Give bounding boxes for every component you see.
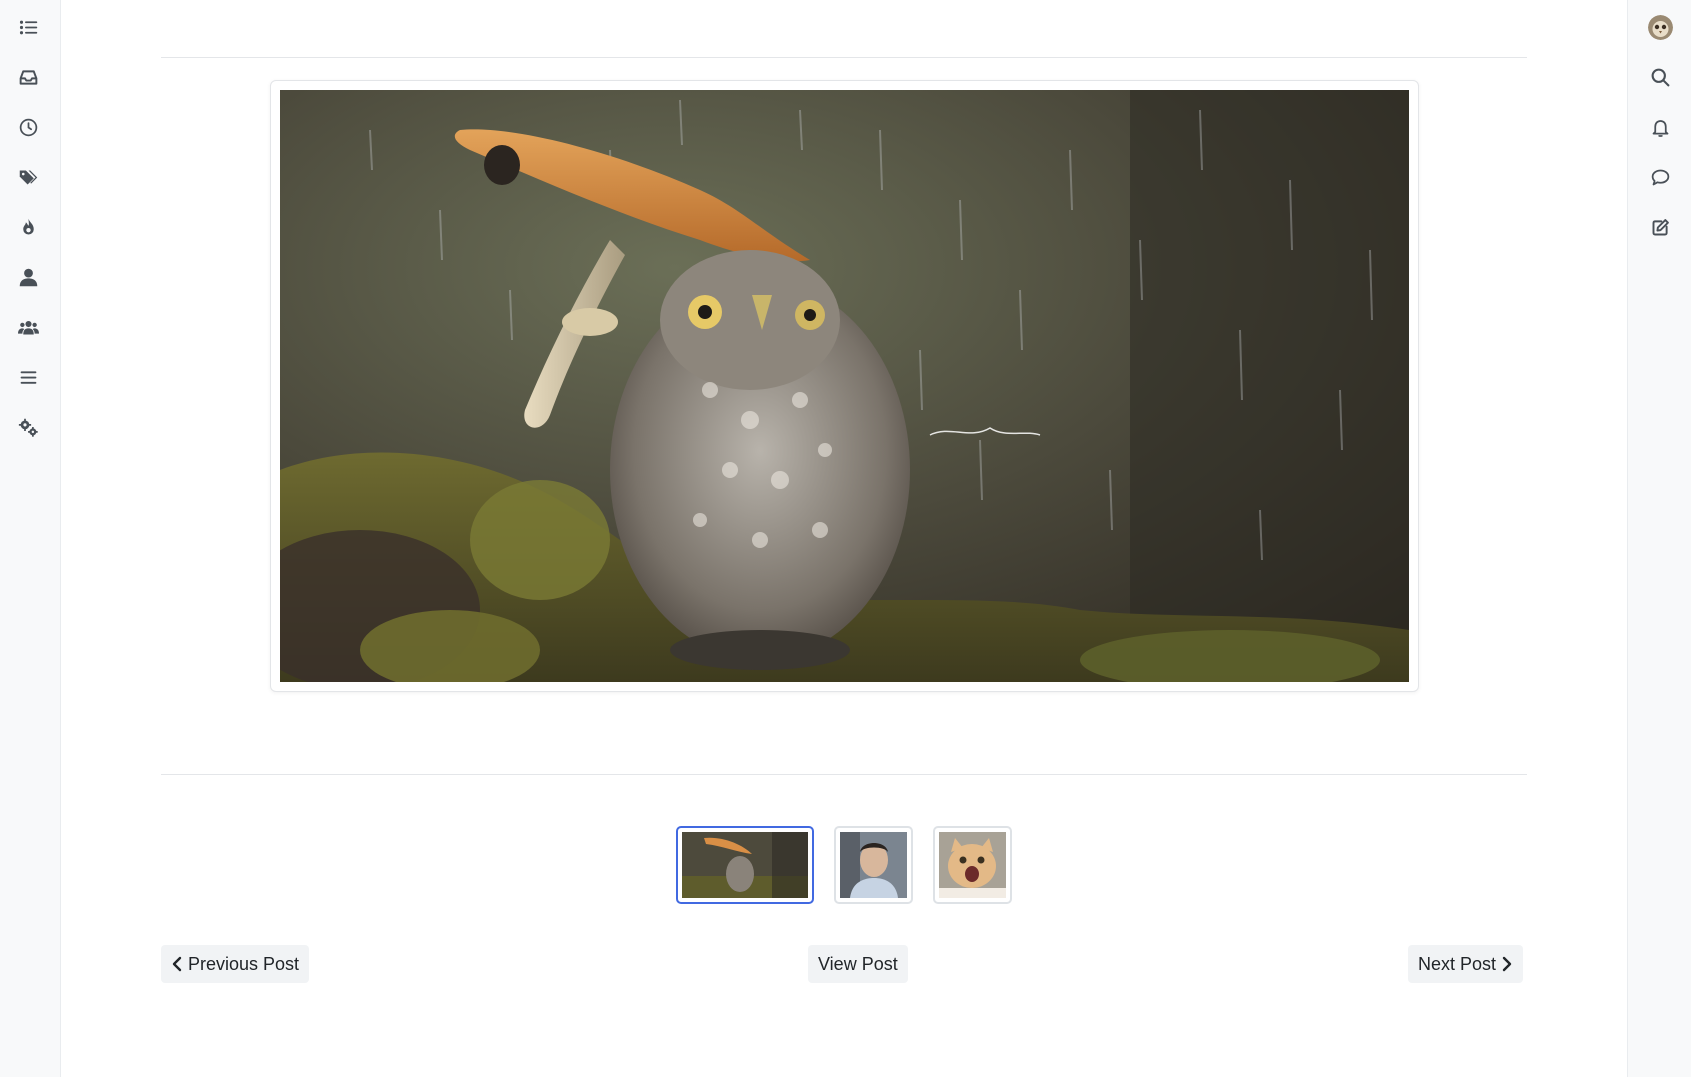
photo-viewer [270, 80, 1419, 692]
view-post-label: View Post [818, 953, 898, 974]
divider-bottom [161, 774, 1527, 775]
next-post-button[interactable]: Next Post [1408, 945, 1524, 983]
menu-icon[interactable] [13, 362, 43, 392]
user-icon[interactable] [13, 262, 43, 292]
cogs-icon[interactable] [13, 412, 43, 442]
chevron-left-icon [172, 956, 182, 972]
compose-icon[interactable] [1645, 212, 1675, 242]
previous-post-label: Previous Post [188, 953, 300, 974]
next-post-label: Next Post [1418, 953, 1497, 974]
fire-icon[interactable] [13, 212, 43, 242]
list-icon[interactable] [13, 12, 43, 42]
avatar[interactable] [1648, 15, 1673, 40]
view-post-button[interactable]: View Post [808, 945, 908, 983]
chevron-right-icon [1502, 956, 1512, 972]
tags-icon[interactable] [13, 162, 43, 192]
left-sidebar [0, 0, 61, 1077]
right-sidebar [1627, 0, 1691, 1077]
users-icon[interactable] [13, 312, 43, 342]
thumbnail-cat[interactable] [933, 826, 1012, 904]
inbox-icon[interactable] [13, 62, 43, 92]
clock-icon[interactable] [13, 112, 43, 142]
main-content: Previous Post View Post Next Post [61, 0, 1627, 1077]
bell-icon[interactable] [1645, 112, 1675, 142]
owl-avatar-icon [1648, 15, 1673, 40]
chat-icon[interactable] [1645, 162, 1675, 192]
thumbnail-owl[interactable] [676, 826, 814, 904]
divider-top [161, 57, 1527, 58]
search-icon[interactable] [1645, 62, 1675, 92]
thumbnail-man[interactable] [834, 826, 913, 904]
previous-post-button[interactable]: Previous Post [161, 945, 310, 983]
post-image[interactable] [280, 90, 1409, 682]
